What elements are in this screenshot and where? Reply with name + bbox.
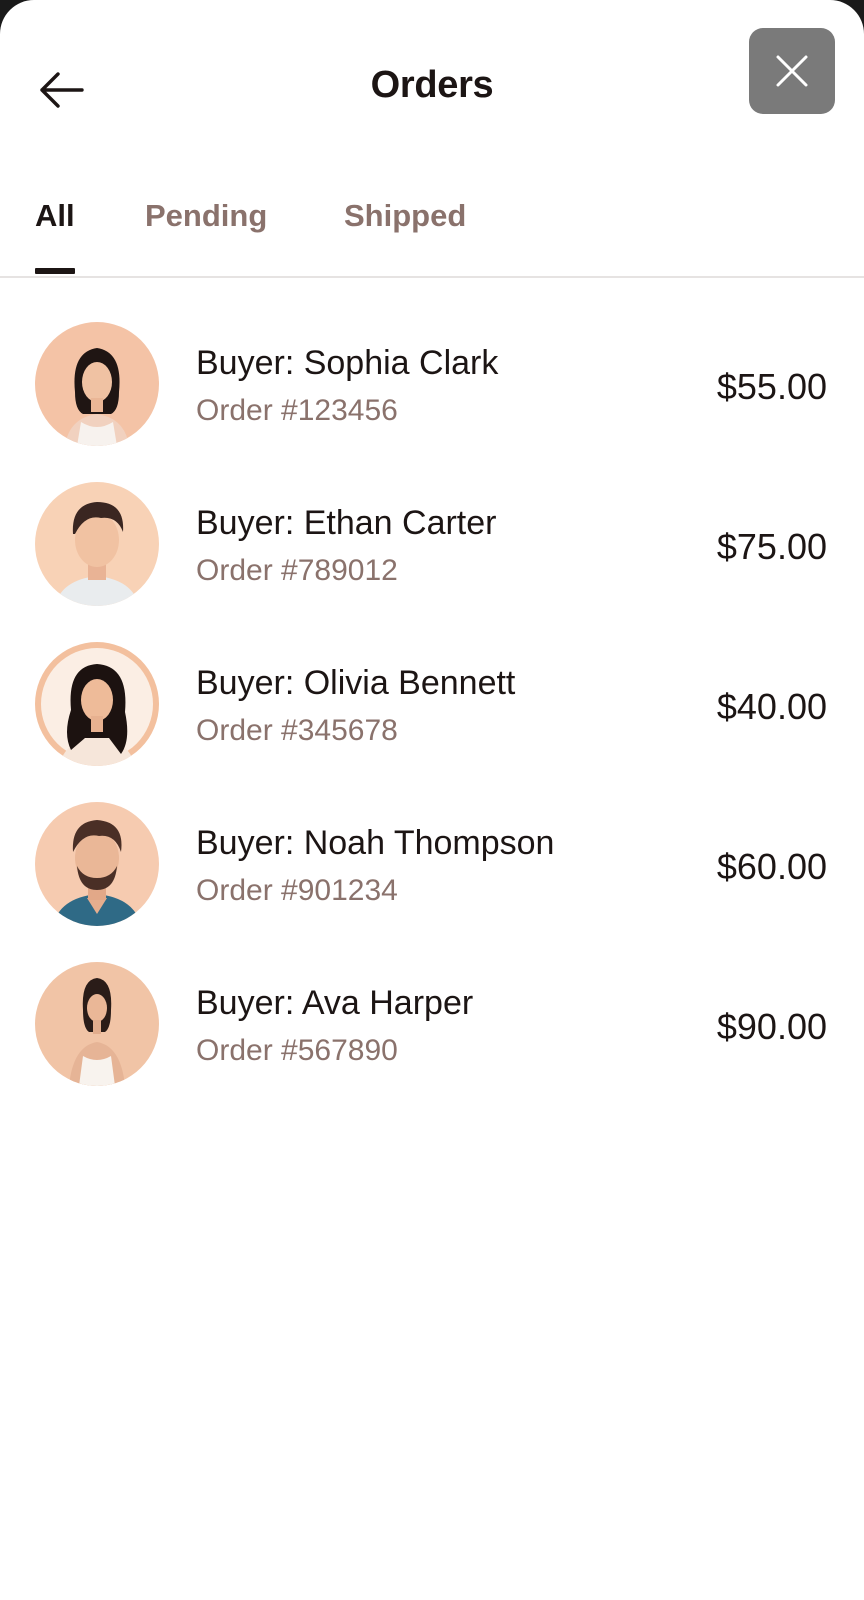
woman-avatar-icon xyxy=(35,962,159,1086)
order-row[interactable]: Buyer: Ethan Carter Order #789012 $75.00 xyxy=(0,462,864,622)
tab-all[interactable]: All xyxy=(35,198,75,234)
order-number: Order #567890 xyxy=(196,1034,398,1067)
order-number: Order #123456 xyxy=(196,394,398,427)
order-price: $55.00 xyxy=(716,366,827,407)
order-number: Order #901234 xyxy=(196,874,398,907)
orders-sheet: Orders All Pending Shipped Buyer: Sophia… xyxy=(0,0,864,1600)
woman-avatar-icon xyxy=(35,322,159,446)
tab-pending[interactable]: Pending xyxy=(145,198,267,234)
buyer-avatar xyxy=(35,802,159,926)
close-icon xyxy=(776,55,808,87)
order-row[interactable]: Buyer: Noah Thompson Order #901234 $60.0… xyxy=(0,782,864,942)
order-row[interactable]: Buyer: Olivia Bennett Order #345678 $40.… xyxy=(0,622,864,782)
order-number: Order #345678 xyxy=(196,714,398,747)
order-price: $40.00 xyxy=(716,686,827,727)
order-price: $90.00 xyxy=(716,1006,827,1047)
close-button[interactable] xyxy=(749,28,835,114)
order-row[interactable]: Buyer: Ava Harper Order #567890 $90.00 xyxy=(0,942,864,1102)
buyer-avatar xyxy=(35,962,159,1086)
buyer-name: Buyer: Olivia Bennett xyxy=(196,664,516,702)
man-avatar-icon xyxy=(35,802,159,926)
buyer-avatar xyxy=(35,482,159,606)
page-title: Orders xyxy=(370,64,494,106)
buyer-name: Buyer: Sophia Clark xyxy=(196,344,499,382)
order-price: $60.00 xyxy=(716,846,827,887)
buyer-name: Buyer: Ava Harper xyxy=(196,984,474,1022)
order-list: Buyer: Sophia Clark Order #123456 $55.00… xyxy=(0,302,864,1102)
order-row[interactable]: Buyer: Sophia Clark Order #123456 $55.00 xyxy=(0,302,864,462)
woman-avatar-icon xyxy=(35,642,159,766)
tab-bar: All Pending Shipped xyxy=(0,170,864,278)
buyer-avatar xyxy=(35,642,159,766)
header: Orders xyxy=(0,0,864,170)
buyer-name: Buyer: Noah Thompson xyxy=(196,824,555,862)
active-tab-indicator xyxy=(35,268,75,274)
order-price: $75.00 xyxy=(716,526,827,567)
buyer-avatar xyxy=(35,322,159,446)
order-number: Order #789012 xyxy=(196,554,398,587)
tab-shipped[interactable]: Shipped xyxy=(344,198,466,234)
buyer-name: Buyer: Ethan Carter xyxy=(196,504,497,542)
man-avatar-icon xyxy=(35,482,159,606)
